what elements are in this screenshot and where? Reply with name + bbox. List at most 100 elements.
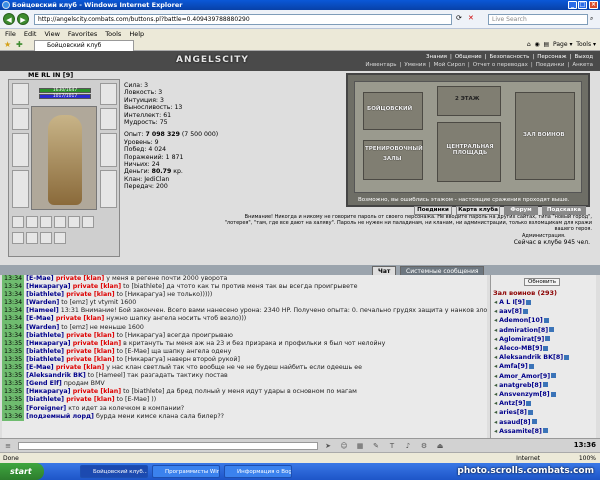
- private-message-icon[interactable]: ◂: [494, 409, 497, 416]
- chat-timestamp[interactable]: 13:35: [2, 355, 25, 365]
- menu-favorites[interactable]: Favorites: [68, 30, 97, 38]
- private-message-icon[interactable]: ◂: [494, 382, 497, 389]
- spell-slot-2[interactable]: [26, 232, 38, 244]
- menu-my-sirol[interactable]: Мой Сирол: [434, 62, 465, 68]
- back-button[interactable]: ◀: [3, 13, 15, 25]
- smiles-icon[interactable]: ☺: [340, 442, 348, 450]
- chat-author[interactable]: [Никарагуа]: [26, 283, 70, 290]
- private-message-icon[interactable]: ◂: [494, 327, 497, 334]
- private-message-icon[interactable]: ◂: [494, 354, 497, 361]
- chat-timestamp[interactable]: 13:35: [2, 364, 25, 373]
- player-info-icon[interactable]: [542, 428, 548, 434]
- chat-author[interactable]: [E-Mae]: [26, 275, 53, 282]
- task-info[interactable]: Информация о Bog D...: [224, 465, 292, 478]
- spell-slot-1[interactable]: [12, 232, 24, 244]
- rune-slot-2[interactable]: [26, 216, 38, 228]
- rune-slot-5[interactable]: [68, 216, 80, 228]
- player-list-item[interactable]: ◂ A L I[9]: [494, 299, 531, 306]
- chat-timestamp[interactable]: 13:34: [2, 283, 25, 292]
- player-info-icon[interactable]: [564, 354, 570, 360]
- private-message-icon[interactable]: ◂: [494, 345, 497, 352]
- player-name[interactable]: Ademon[10]: [499, 317, 543, 324]
- chat-author[interactable]: [biathlete]: [26, 332, 64, 339]
- address-input[interactable]: http://angelscity.combats.com/buttons.pl…: [34, 14, 452, 25]
- chat-timestamp[interactable]: 13:35: [2, 339, 25, 348]
- tab-system-messages[interactable]: Системные сообщения: [400, 266, 485, 275]
- refresh-visitors-button[interactable]: Обновить: [524, 278, 560, 286]
- player-info-icon[interactable]: [527, 409, 533, 415]
- player-list-item[interactable]: ◂ Aglomirat[9]: [494, 336, 551, 343]
- player-name[interactable]: aries[8]: [499, 409, 527, 416]
- helmet-slot[interactable]: [12, 83, 29, 105]
- player-name[interactable]: Ansvenzym[8]: [499, 391, 549, 398]
- player-name[interactable]: Amor_Amor[9]: [499, 373, 550, 380]
- clear-chat-icon[interactable]: ✎: [372, 442, 380, 450]
- menu-edit[interactable]: Edit: [24, 30, 37, 38]
- player-info-icon[interactable]: [549, 327, 555, 333]
- sound-icon[interactable]: ♪: [404, 442, 412, 450]
- chat-author[interactable]: [biathlete]: [26, 396, 64, 403]
- chat-input[interactable]: [18, 442, 318, 450]
- menu-security[interactable]: Безопасность: [490, 54, 530, 60]
- player-list-item[interactable]: ◂ aav[8]: [494, 308, 528, 315]
- chat-timestamp[interactable]: 13:34: [2, 307, 25, 316]
- chat-timestamp[interactable]: 13:35: [2, 347, 25, 356]
- player-name[interactable]: aav[8]: [499, 308, 522, 315]
- minimize-button[interactable]: _: [568, 1, 577, 9]
- player-name[interactable]: Aglomirat[9]: [499, 336, 544, 343]
- private-message-icon[interactable]: ◂: [494, 391, 497, 398]
- chat-author[interactable]: [biathlete]: [26, 291, 64, 298]
- menu-communication[interactable]: Общение: [455, 54, 482, 60]
- chat-timestamp[interactable]: 13:34: [2, 315, 25, 324]
- chat-timestamp[interactable]: 13:35: [2, 380, 25, 389]
- exit-chat-icon[interactable]: ⏏: [436, 442, 444, 450]
- chat-author[interactable]: [Hameel]: [26, 307, 59, 314]
- chat-author[interactable]: [E-Mae]: [26, 364, 53, 371]
- chat-timestamp[interactable]: 13:36: [2, 412, 25, 421]
- settings-icon[interactable]: ⚙: [420, 442, 428, 450]
- player-list-item[interactable]: ◂ asaud[8]: [494, 419, 537, 426]
- refresh-icon[interactable]: ⟳: [456, 14, 462, 22]
- close-button[interactable]: ×: [589, 1, 598, 9]
- chat-author[interactable]: [Gend Elf]: [26, 380, 62, 387]
- amulet-slot[interactable]: [12, 108, 29, 130]
- player-name[interactable]: asaud[8]: [499, 419, 530, 426]
- player-name[interactable]: A L I[9]: [499, 299, 525, 306]
- chat-author[interactable]: [Aleksandrik BK]: [26, 372, 86, 379]
- print-icon[interactable]: ▤: [544, 41, 550, 48]
- start-button[interactable]: start: [0, 463, 44, 480]
- chat-author[interactable]: [Warden]: [26, 324, 59, 331]
- private-message-icon[interactable]: ◂: [494, 419, 497, 426]
- chat-timestamp[interactable]: 13:34: [2, 299, 25, 308]
- private-message-icon[interactable]: ◂: [494, 428, 497, 435]
- stop-icon[interactable]: ✕: [468, 14, 474, 22]
- private-message-icon[interactable]: ◂: [494, 336, 497, 343]
- private-message-icon[interactable]: ◂: [494, 400, 497, 407]
- chat-timestamp[interactable]: 13:34: [2, 323, 25, 332]
- player-list-item[interactable]: ◂ Assamite[8]: [494, 428, 548, 435]
- player-info-icon[interactable]: [526, 400, 532, 406]
- player-info-icon[interactable]: [545, 336, 551, 342]
- player-list-item[interactable]: ◂ Amor_Amor[9]: [494, 373, 557, 380]
- chat-timestamp[interactable]: 13:36: [2, 404, 25, 413]
- chat-author[interactable]: [подземный лорд]: [26, 413, 94, 420]
- home-icon[interactable]: ⌂: [527, 41, 531, 48]
- menu-help[interactable]: Help: [129, 30, 144, 38]
- menu-profile[interactable]: Анкета: [572, 62, 593, 68]
- task-programmers[interactable]: Программисты Win...: [152, 465, 220, 478]
- player-info-icon[interactable]: [542, 382, 548, 388]
- chat-timestamp[interactable]: 13:35: [2, 388, 25, 397]
- chat-author[interactable]: [Никарагуа]: [26, 388, 70, 395]
- menu-transfer-report[interactable]: Отчет о переводах: [473, 62, 528, 68]
- chat-author[interactable]: [Foreigner]: [26, 405, 66, 412]
- private-message-icon[interactable]: ◂: [494, 373, 497, 380]
- maximize-button[interactable]: □: [578, 1, 587, 9]
- rune-slot-3[interactable]: [40, 216, 52, 228]
- character-name[interactable]: ME RL IN [9]: [28, 71, 73, 79]
- shield-slot[interactable]: [100, 133, 117, 167]
- filter-icon[interactable]: ▦: [356, 442, 364, 450]
- page-menu[interactable]: Page: [553, 41, 568, 48]
- player-name[interactable]: Assamite[8]: [499, 428, 542, 435]
- boots-slot[interactable]: [100, 170, 117, 208]
- player-info-icon[interactable]: [543, 345, 549, 351]
